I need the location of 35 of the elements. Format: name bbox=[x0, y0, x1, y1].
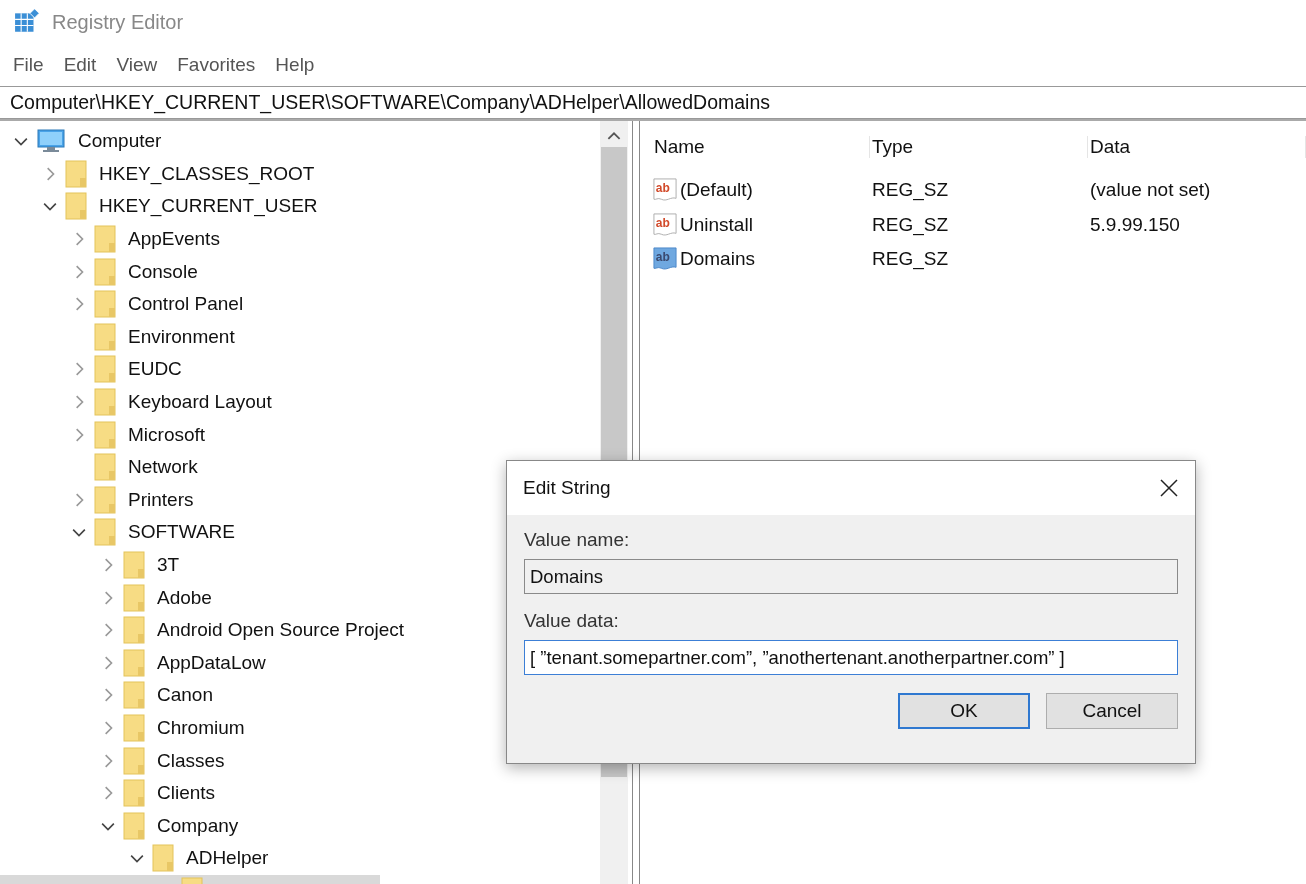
tree-item-label: Network bbox=[127, 455, 199, 480]
tree-item-label: HKEY_CURRENT_USER bbox=[98, 194, 319, 219]
string-value-icon: ab bbox=[652, 212, 678, 237]
tree-item-label: AppDataLow bbox=[156, 650, 267, 675]
tree-item-label: EUDC bbox=[127, 357, 183, 382]
tree-item-label: Classes bbox=[156, 748, 226, 773]
tree-item-label: Chromium bbox=[156, 716, 246, 740]
dialog-title: Edit String bbox=[523, 477, 611, 499]
value-data: (value not set) bbox=[1089, 179, 1212, 202]
tree-item-label: Canon bbox=[156, 683, 214, 708]
value-type: REG_SZ bbox=[871, 179, 950, 202]
tree-item-label: Company bbox=[156, 813, 240, 838]
tree-item-label: Keyboard Layout bbox=[127, 390, 273, 415]
tree-item-label: HKEY_CLASSES_ROOT bbox=[98, 161, 316, 186]
tree-item-label: AppEvents bbox=[127, 227, 221, 252]
tree-item-label: SOFTWARE bbox=[127, 520, 236, 545]
window-title: Registry Editor bbox=[52, 10, 184, 34]
tree-item-label: Console bbox=[127, 259, 199, 284]
tree-item-label: Android Open Source Project bbox=[156, 618, 406, 643]
tree-item-label: Computer bbox=[77, 129, 163, 154]
tree-item-label: Environment bbox=[127, 324, 236, 349]
value-type: REG_SZ bbox=[871, 248, 950, 271]
field-label: Value name: bbox=[524, 529, 631, 551]
tree-item-label: ADHelper bbox=[185, 846, 270, 871]
string-value-icon: ab bbox=[652, 247, 678, 272]
tree-item-label: Printers bbox=[127, 487, 195, 512]
tree-item-label: Adobe bbox=[156, 585, 213, 610]
field-label: Value data: bbox=[524, 610, 620, 632]
tree-item-label: Clients bbox=[156, 781, 217, 806]
tree-item-label: Microsoft bbox=[127, 422, 207, 447]
string-value-icon: ab bbox=[652, 178, 678, 203]
value-type: REG_SZ bbox=[871, 213, 950, 236]
value-data: 5.9.99.150 bbox=[1089, 213, 1181, 236]
tree-item-label: 3T bbox=[156, 553, 181, 577]
tree-item-label: Control Panel bbox=[127, 292, 245, 317]
